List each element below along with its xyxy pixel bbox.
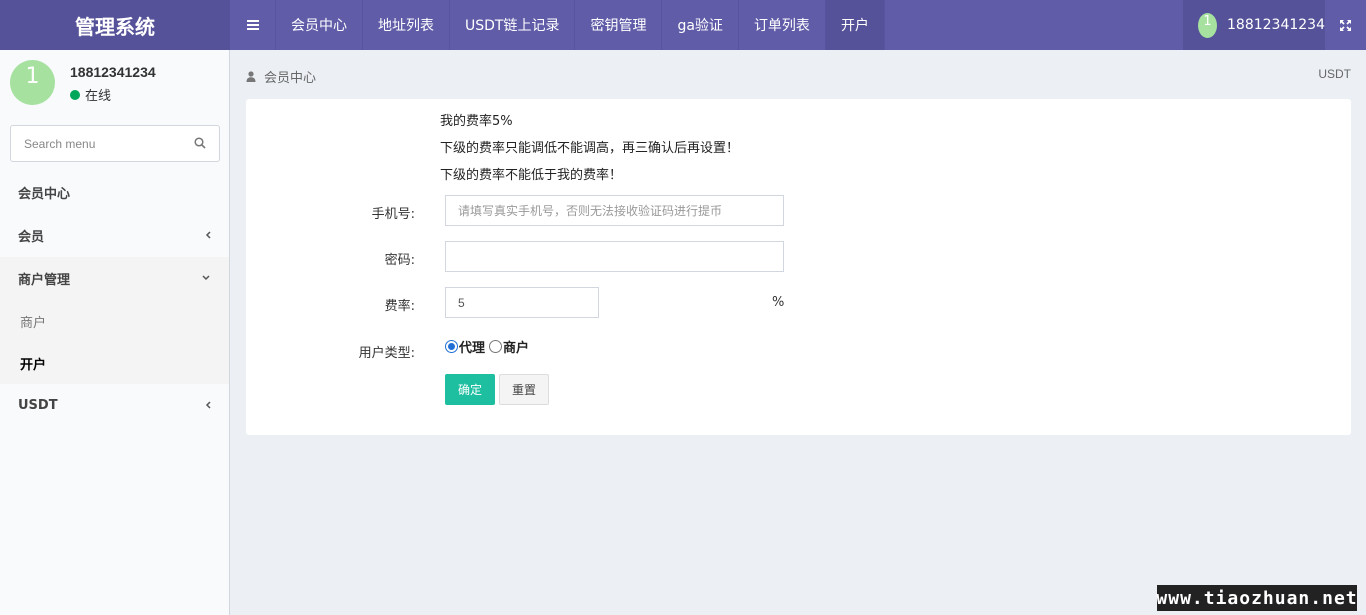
user-avatar: 1 bbox=[10, 60, 55, 105]
submenu-merchant-management: 商户 开户 bbox=[0, 300, 229, 384]
chevron-left-icon bbox=[205, 401, 211, 409]
reset-button[interactable]: 重置 bbox=[499, 374, 549, 405]
avatar: 1 bbox=[1198, 12, 1218, 38]
merchant-radio[interactable] bbox=[489, 340, 503, 353]
watermark: www.tiaozhuan.net bbox=[1156, 585, 1357, 611]
user-type-radio-group: 代理 商户 bbox=[445, 337, 529, 356]
user-type-label: 用户类型: bbox=[358, 346, 415, 361]
search-icon[interactable] bbox=[194, 137, 206, 149]
password-label: 密码: bbox=[384, 253, 415, 268]
rate-notes: 我的费率5% 下级的费率只能调低不能调高，再三确认后再设置！ 下级的费率不能低于… bbox=[440, 114, 739, 195]
sidebar-subitem-merchant[interactable]: 商户 bbox=[0, 300, 229, 342]
top-nav: 会员中心 地址列表 USDT链上记录 密钥管理 ga验证 订单列表 开户 bbox=[276, 0, 885, 50]
chevron-down-icon bbox=[202, 275, 210, 281]
sidebar-search bbox=[10, 125, 220, 162]
breadcrumb: 会员中心 bbox=[246, 67, 316, 86]
sidebar-item-label: 商户管理 bbox=[18, 273, 71, 288]
sidebar-item-label: 会员中心 bbox=[18, 187, 71, 202]
confirm-button[interactable]: 确定 bbox=[445, 374, 495, 405]
nav-key-management[interactable]: 密钥管理 bbox=[575, 0, 663, 50]
agent-radio[interactable] bbox=[445, 340, 458, 353]
sidebar-item-label: 会员 bbox=[18, 230, 45, 245]
open-account-form-box: 我的费率5% 下级的费率只能调低不能调高，再三确认后再设置！ 下级的费率不能低于… bbox=[246, 99, 1351, 435]
user-status: 在线 bbox=[70, 85, 111, 104]
note-min-rate: 下级的费率不能低于我的费率！ bbox=[440, 168, 623, 183]
breadcrumb-current[interactable]: 会员中心 bbox=[264, 67, 316, 86]
search-input[interactable] bbox=[24, 136, 184, 151]
note-my-rate: 我的费率5% bbox=[440, 114, 513, 129]
rate-input[interactable] bbox=[445, 287, 599, 318]
sidebar-subitem-open-account[interactable]: 开户 bbox=[0, 342, 229, 384]
sidebar-item-member-center[interactable]: 会员中心 bbox=[0, 171, 229, 214]
content-header: 会员中心 USDT bbox=[231, 50, 1366, 98]
nav-ga-verify[interactable]: ga验证 bbox=[662, 0, 739, 50]
nav-member-center[interactable]: 会员中心 bbox=[276, 0, 363, 50]
nav-open-account[interactable]: 开户 bbox=[825, 0, 885, 50]
agent-radio-label[interactable]: 代理 bbox=[459, 337, 485, 356]
sidebar-item-label: USDT bbox=[18, 398, 58, 413]
nav-usdt-records[interactable]: USDT链上记录 bbox=[450, 0, 576, 50]
online-dot-icon bbox=[70, 89, 80, 100]
sidebar-menu: 会员中心 会员 商户管理 商户 开户 USDT bbox=[0, 171, 229, 427]
chevron-left-icon bbox=[205, 231, 211, 239]
sidebar-toggle-button[interactable] bbox=[230, 0, 276, 50]
phone-input[interactable] bbox=[445, 195, 784, 226]
top-right-area: 1 18812341234 bbox=[1183, 0, 1366, 50]
user-status-label: 在线 bbox=[85, 89, 112, 104]
sidebar-item-member[interactable]: 会员 bbox=[0, 214, 229, 257]
user-menu-phone: 18812341234 bbox=[1227, 17, 1325, 33]
user-icon bbox=[246, 71, 256, 82]
sidebar-item-usdt[interactable]: USDT bbox=[0, 384, 229, 427]
brand-logo[interactable]: 管理系统 bbox=[0, 0, 230, 50]
top-navbar: 管理系统 会员中心 地址列表 USDT链上记录 密钥管理 ga验证 订单列表 开… bbox=[0, 0, 1366, 50]
sidebar-item-merchant-management[interactable]: 商户管理 bbox=[0, 257, 229, 300]
user-panel: 1 18812341234 在线 bbox=[0, 50, 229, 116]
menu-icon bbox=[246, 20, 259, 30]
breadcrumb-right-label: USDT bbox=[1318, 67, 1351, 81]
merchant-radio-label[interactable]: 商户 bbox=[503, 337, 529, 356]
user-menu[interactable]: 1 18812341234 bbox=[1183, 0, 1325, 50]
nav-address-list[interactable]: 地址列表 bbox=[363, 0, 450, 50]
rate-unit: % bbox=[772, 295, 785, 310]
user-name: 18812341234 bbox=[70, 64, 156, 80]
expand-icon bbox=[1340, 19, 1351, 31]
sidebar: 1 18812341234 在线 会员中心 会员 商户管理 商户 开户 U bbox=[0, 50, 230, 615]
password-input[interactable] bbox=[445, 241, 784, 272]
note-lower-only: 下级的费率只能调低不能调高，再三确认后再设置！ bbox=[440, 141, 740, 156]
fullscreen-button[interactable] bbox=[1325, 0, 1366, 50]
rate-label: 费率: bbox=[384, 299, 415, 314]
phone-label: 手机号: bbox=[371, 207, 415, 222]
nav-order-list[interactable]: 订单列表 bbox=[739, 0, 826, 50]
